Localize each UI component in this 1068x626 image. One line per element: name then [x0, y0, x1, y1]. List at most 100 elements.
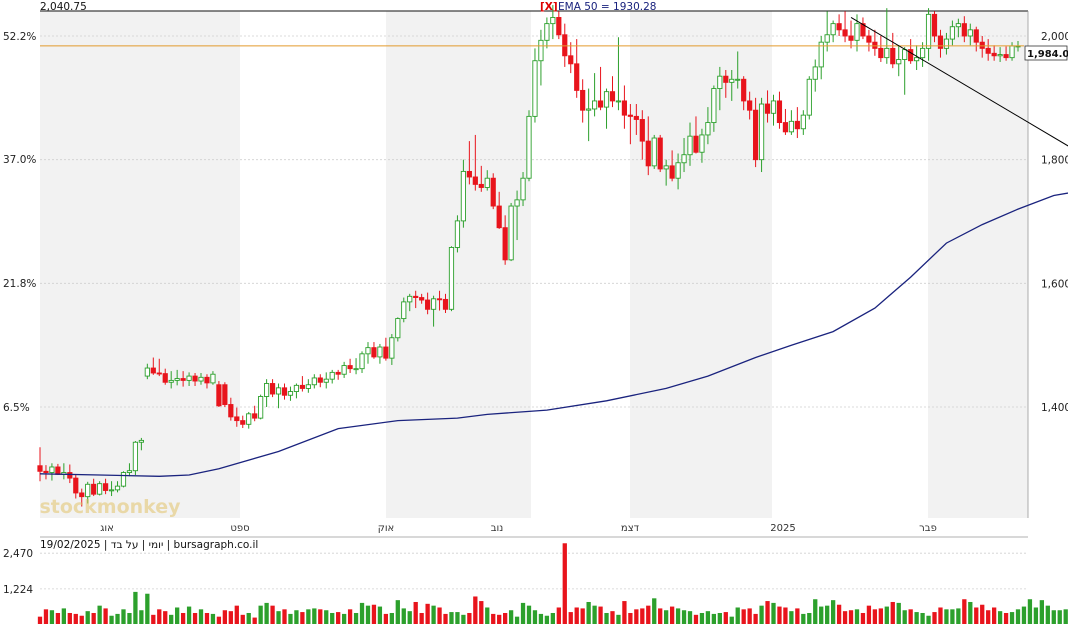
candle-up — [824, 34, 830, 43]
volume-bar — [598, 606, 603, 624]
candle-up — [264, 383, 270, 397]
volume-bar — [550, 612, 556, 624]
volume-bar — [115, 613, 120, 624]
volume-bar — [866, 605, 872, 624]
candle-down — [67, 472, 73, 479]
volume-bar — [693, 614, 699, 624]
volume-bar — [485, 607, 490, 624]
candle-down — [556, 17, 562, 36]
candle-down — [162, 373, 168, 383]
candle-up — [854, 23, 860, 41]
volume-bar — [956, 608, 961, 624]
volume-bar — [37, 616, 43, 624]
volume-bar — [652, 598, 657, 624]
candle-up — [997, 54, 1003, 57]
candle-up — [114, 485, 121, 491]
volume-bar — [562, 543, 567, 624]
volume-bar — [878, 608, 883, 624]
month-band — [630, 11, 772, 518]
volume-bar — [974, 607, 979, 624]
volume-bar — [479, 601, 484, 624]
candle-down — [741, 78, 747, 102]
candle-up — [800, 114, 806, 130]
volume-bar — [926, 615, 931, 624]
price-axis-label: 2,000 — [1041, 31, 1068, 43]
candle-up — [508, 205, 514, 261]
candle-down — [908, 49, 914, 62]
candle-down — [609, 91, 616, 102]
candle-down — [621, 100, 628, 116]
volume-bar — [300, 612, 305, 624]
candle-up — [651, 137, 657, 167]
volume-bar — [1021, 606, 1027, 624]
candle-up — [896, 59, 902, 65]
volume-bar — [729, 616, 734, 624]
candle-up — [49, 466, 55, 473]
candle-down — [633, 115, 639, 120]
volume-bar — [437, 607, 442, 624]
candle-down — [228, 404, 234, 418]
volume-bar — [425, 603, 430, 624]
volume-bar — [210, 613, 216, 624]
candle-down — [317, 377, 323, 383]
volume-bar — [151, 614, 156, 624]
volume-bar — [145, 593, 150, 624]
candle-up — [544, 23, 550, 41]
volume-bar — [699, 612, 705, 624]
volume-bar — [777, 606, 782, 624]
candle-up — [592, 100, 598, 110]
candle-down — [872, 41, 878, 49]
candle-up — [174, 378, 180, 381]
volume-bar — [341, 613, 347, 624]
volume-bar — [1003, 612, 1009, 624]
last-price-text: 1,984.00 — [1027, 49, 1068, 60]
candle-up — [120, 472, 127, 487]
candle-up — [902, 49, 908, 60]
candle-down — [496, 205, 502, 229]
candle-up — [287, 391, 294, 396]
volume-bar — [819, 606, 824, 624]
volume-bar — [288, 613, 293, 624]
candle-up — [246, 413, 252, 425]
candle-down — [669, 165, 675, 179]
volume-bar — [1039, 600, 1045, 624]
volume-bar — [741, 609, 746, 624]
volume-bar — [1051, 610, 1056, 624]
candle-down — [156, 372, 162, 375]
volume-bar — [473, 596, 478, 624]
volume-bar — [49, 610, 55, 624]
candle-down — [371, 347, 377, 358]
candle-up — [711, 88, 717, 124]
candle-up — [407, 295, 413, 303]
candle-up — [353, 368, 359, 371]
candle-up — [198, 376, 204, 382]
volume-axis-label: 2,470 — [3, 548, 33, 560]
candle-down — [472, 176, 478, 185]
candle-down — [723, 75, 729, 83]
candle-up — [430, 298, 437, 310]
candle-up — [717, 75, 723, 90]
candle-up — [520, 177, 526, 201]
candle-down — [478, 183, 484, 188]
ema-legend-label: EMA 50 = 1930.28 — [558, 1, 656, 13]
candle-down — [878, 47, 884, 59]
candle-up — [365, 347, 371, 355]
candle-up — [126, 470, 133, 473]
candle-down — [842, 29, 848, 37]
volume-bar — [687, 611, 693, 624]
volume-bar — [860, 612, 866, 624]
volume-bar — [109, 615, 114, 624]
candle-down — [657, 137, 663, 170]
candle-up — [484, 177, 490, 188]
volume-bar — [854, 609, 860, 624]
volume-bar — [127, 612, 132, 624]
candle-down — [425, 299, 431, 310]
ema-close-icon[interactable]: [X] — [540, 1, 558, 13]
volume-bar — [491, 613, 496, 624]
candle-up — [770, 100, 777, 114]
price-axis-label: 1,800 — [1041, 155, 1068, 167]
volume-bar — [759, 605, 764, 624]
candle-up — [329, 371, 335, 380]
volume-bar — [359, 602, 365, 624]
candle-down — [979, 41, 985, 49]
